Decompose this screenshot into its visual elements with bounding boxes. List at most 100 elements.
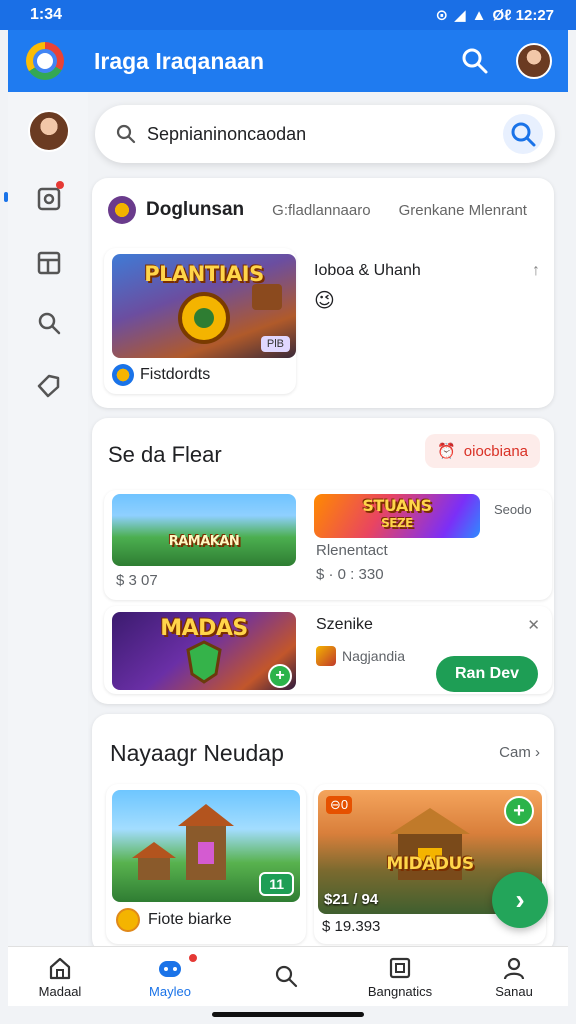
nav-notification-dot (188, 953, 198, 963)
add-icon[interactable]: + (504, 796, 534, 826)
promo-developer: Nagjandia (342, 648, 406, 664)
app-mini-icon (112, 364, 134, 386)
play-button[interactable]: Ran Dev (436, 656, 538, 692)
featured-game-tile[interactable]: PLANTIAIS PlB Fistdordts (104, 248, 296, 394)
category-tabs: Doglunsan G:fladlannaaro Grenkane Mlenra… (108, 196, 527, 224)
home-indicator[interactable] (212, 1012, 364, 1017)
signal-icon: ▲ (471, 6, 487, 24)
promo-sub-row: Nagjandia (316, 646, 405, 666)
rail-item-search[interactable] (34, 308, 64, 338)
app-logo-icon[interactable] (26, 42, 64, 80)
thumbnail-subtitle: SEZE (381, 516, 413, 530)
tile-badge: 11 (259, 872, 294, 896)
bottom-navigation: Madaal Mayleo Bangnatics Sanau (8, 946, 568, 1006)
tag-icon (37, 374, 60, 398)
sync-icon: ⊙ (435, 7, 449, 24)
section-title: Nayaagr Neudap (110, 740, 284, 766)
tile-label-row: Fistdordts (112, 364, 210, 386)
status-icons: ⊙ ◢ ▲ Øℓ 12:27 (435, 6, 554, 25)
left-rail (4, 92, 88, 947)
magnifier-icon (511, 122, 536, 147)
search-icon (38, 312, 61, 335)
promo-thumbnail[interactable]: MADAS + (112, 612, 296, 690)
coin-icon (116, 908, 140, 932)
notification-dot (56, 181, 64, 189)
search-submit-button[interactable] (503, 114, 543, 154)
tile-overlay-text: $21 / 94 (324, 891, 379, 908)
status-time: 1:34 (30, 6, 63, 23)
deal-price-2: $ · 0 : 330 (316, 566, 384, 583)
apps-icon (389, 957, 411, 979)
deal-thumbnail-2[interactable]: STUANS SEZE (314, 494, 480, 538)
featured-title: Ioboa & Uhanh (314, 262, 421, 279)
deals-card: Se da Flear ⏰ oiocbiana RAMAKAN $ 3 07 S… (92, 418, 554, 704)
nav-account[interactable]: Sanau (482, 947, 546, 1007)
tile-label-row: Fiote biarke (116, 908, 232, 932)
arrow-up-icon[interactable]: ↑ (532, 262, 540, 280)
nav-search[interactable] (254, 947, 318, 1007)
tile-title: Fiote biarke (148, 911, 232, 928)
rail-item-library[interactable] (34, 248, 64, 278)
status-bar: 1:34 ⊙ ◢ ▲ Øℓ 12:27 (0, 0, 576, 30)
nav-games[interactable]: Mayleo (138, 947, 202, 1007)
promo-title: Szenike (316, 616, 373, 633)
app-title: Iraga Iraqanaan (94, 47, 265, 74)
category-icon (108, 196, 136, 224)
thumbnail-title: MIDADUS (386, 854, 474, 874)
next-fab[interactable]: › (492, 872, 548, 928)
status-right-text: Øℓ 12:27 (492, 6, 554, 24)
tile-app-name: Fistdordts (140, 366, 211, 383)
rail-avatar[interactable] (28, 110, 70, 152)
tab-third[interactable]: Grenkane Mlenrant (399, 202, 527, 219)
thumbnail-title: RAMAKAN (168, 534, 240, 549)
deal-title-2: Rlenentact (316, 542, 388, 559)
game-thumbnail: 11 (112, 790, 300, 902)
developer-icon (316, 646, 336, 666)
nav-home[interactable]: Madaal (28, 947, 92, 1007)
profile-avatar[interactable] (516, 43, 552, 79)
close-icon[interactable]: ✕ (527, 616, 540, 634)
search-input[interactable] (147, 123, 503, 145)
tab-active[interactable]: Doglunsan (108, 196, 244, 224)
search-icon (275, 965, 298, 987)
deal-row: RAMAKAN $ 3 07 STUANS SEZE Seodo Rlenent… (104, 490, 552, 600)
wifi-icon: ◢ (454, 7, 466, 24)
nav-label: Mayleo (149, 984, 191, 999)
nav-label: Bangnatics (367, 984, 433, 999)
nav-label: Sanau (495, 984, 533, 999)
add-icon[interactable]: + (268, 664, 292, 688)
nav-library[interactable]: Bangnatics (358, 947, 442, 1007)
search-bar (95, 105, 555, 163)
chip-label: oiocbiana (463, 442, 528, 460)
see-all-link[interactable]: Cam › (499, 744, 540, 761)
game-thumbnail: PLANTIAIS PlB (112, 254, 296, 358)
gamepad-icon (159, 961, 181, 977)
alarm-icon: ⏰ (437, 443, 456, 460)
wink-emoji-icon: 😉 (314, 290, 335, 312)
section-title: Se da Flear (108, 442, 222, 467)
deal-thumbnail-1[interactable]: RAMAKAN (112, 494, 296, 566)
nav-label: Madaal (38, 984, 82, 999)
tile-price: $ 19.393 (322, 918, 381, 935)
recommended-card: Nayaagr Neudap Cam › 11 Fiote biarke MID… (92, 714, 554, 954)
tab-second[interactable]: G:fladlannaaro (272, 202, 370, 219)
deal-price-1: $ 3 07 (116, 572, 158, 589)
updates-icon (37, 187, 61, 211)
home-icon (49, 957, 71, 980)
chevron-right-icon: › (515, 884, 525, 915)
game-tile-1[interactable]: 11 Fiote biarke (106, 784, 306, 944)
search-icon[interactable] (460, 46, 490, 76)
promo-row: MADAS + Szenike Nagjandia ✕ Ran Dev (104, 606, 552, 694)
search-field-icon (116, 124, 136, 144)
tile-corner-badge: ⊖0 (326, 796, 353, 814)
rail-item-tags[interactable] (34, 370, 64, 400)
person-icon (503, 957, 525, 980)
grid-list-icon (37, 251, 61, 275)
tab-label: Doglunsan (146, 199, 245, 220)
rail-item-updates[interactable] (4, 181, 64, 214)
thumbnail-tag: PlB (260, 336, 290, 352)
deals-chip[interactable]: ⏰ oiocbiana (425, 434, 540, 468)
deal-corner-label: Seodo (494, 502, 532, 517)
thumbnail-title: STUANS (362, 496, 432, 515)
featured-card: Doglunsan G:fladlannaaro Grenkane Mlenra… (92, 178, 554, 408)
